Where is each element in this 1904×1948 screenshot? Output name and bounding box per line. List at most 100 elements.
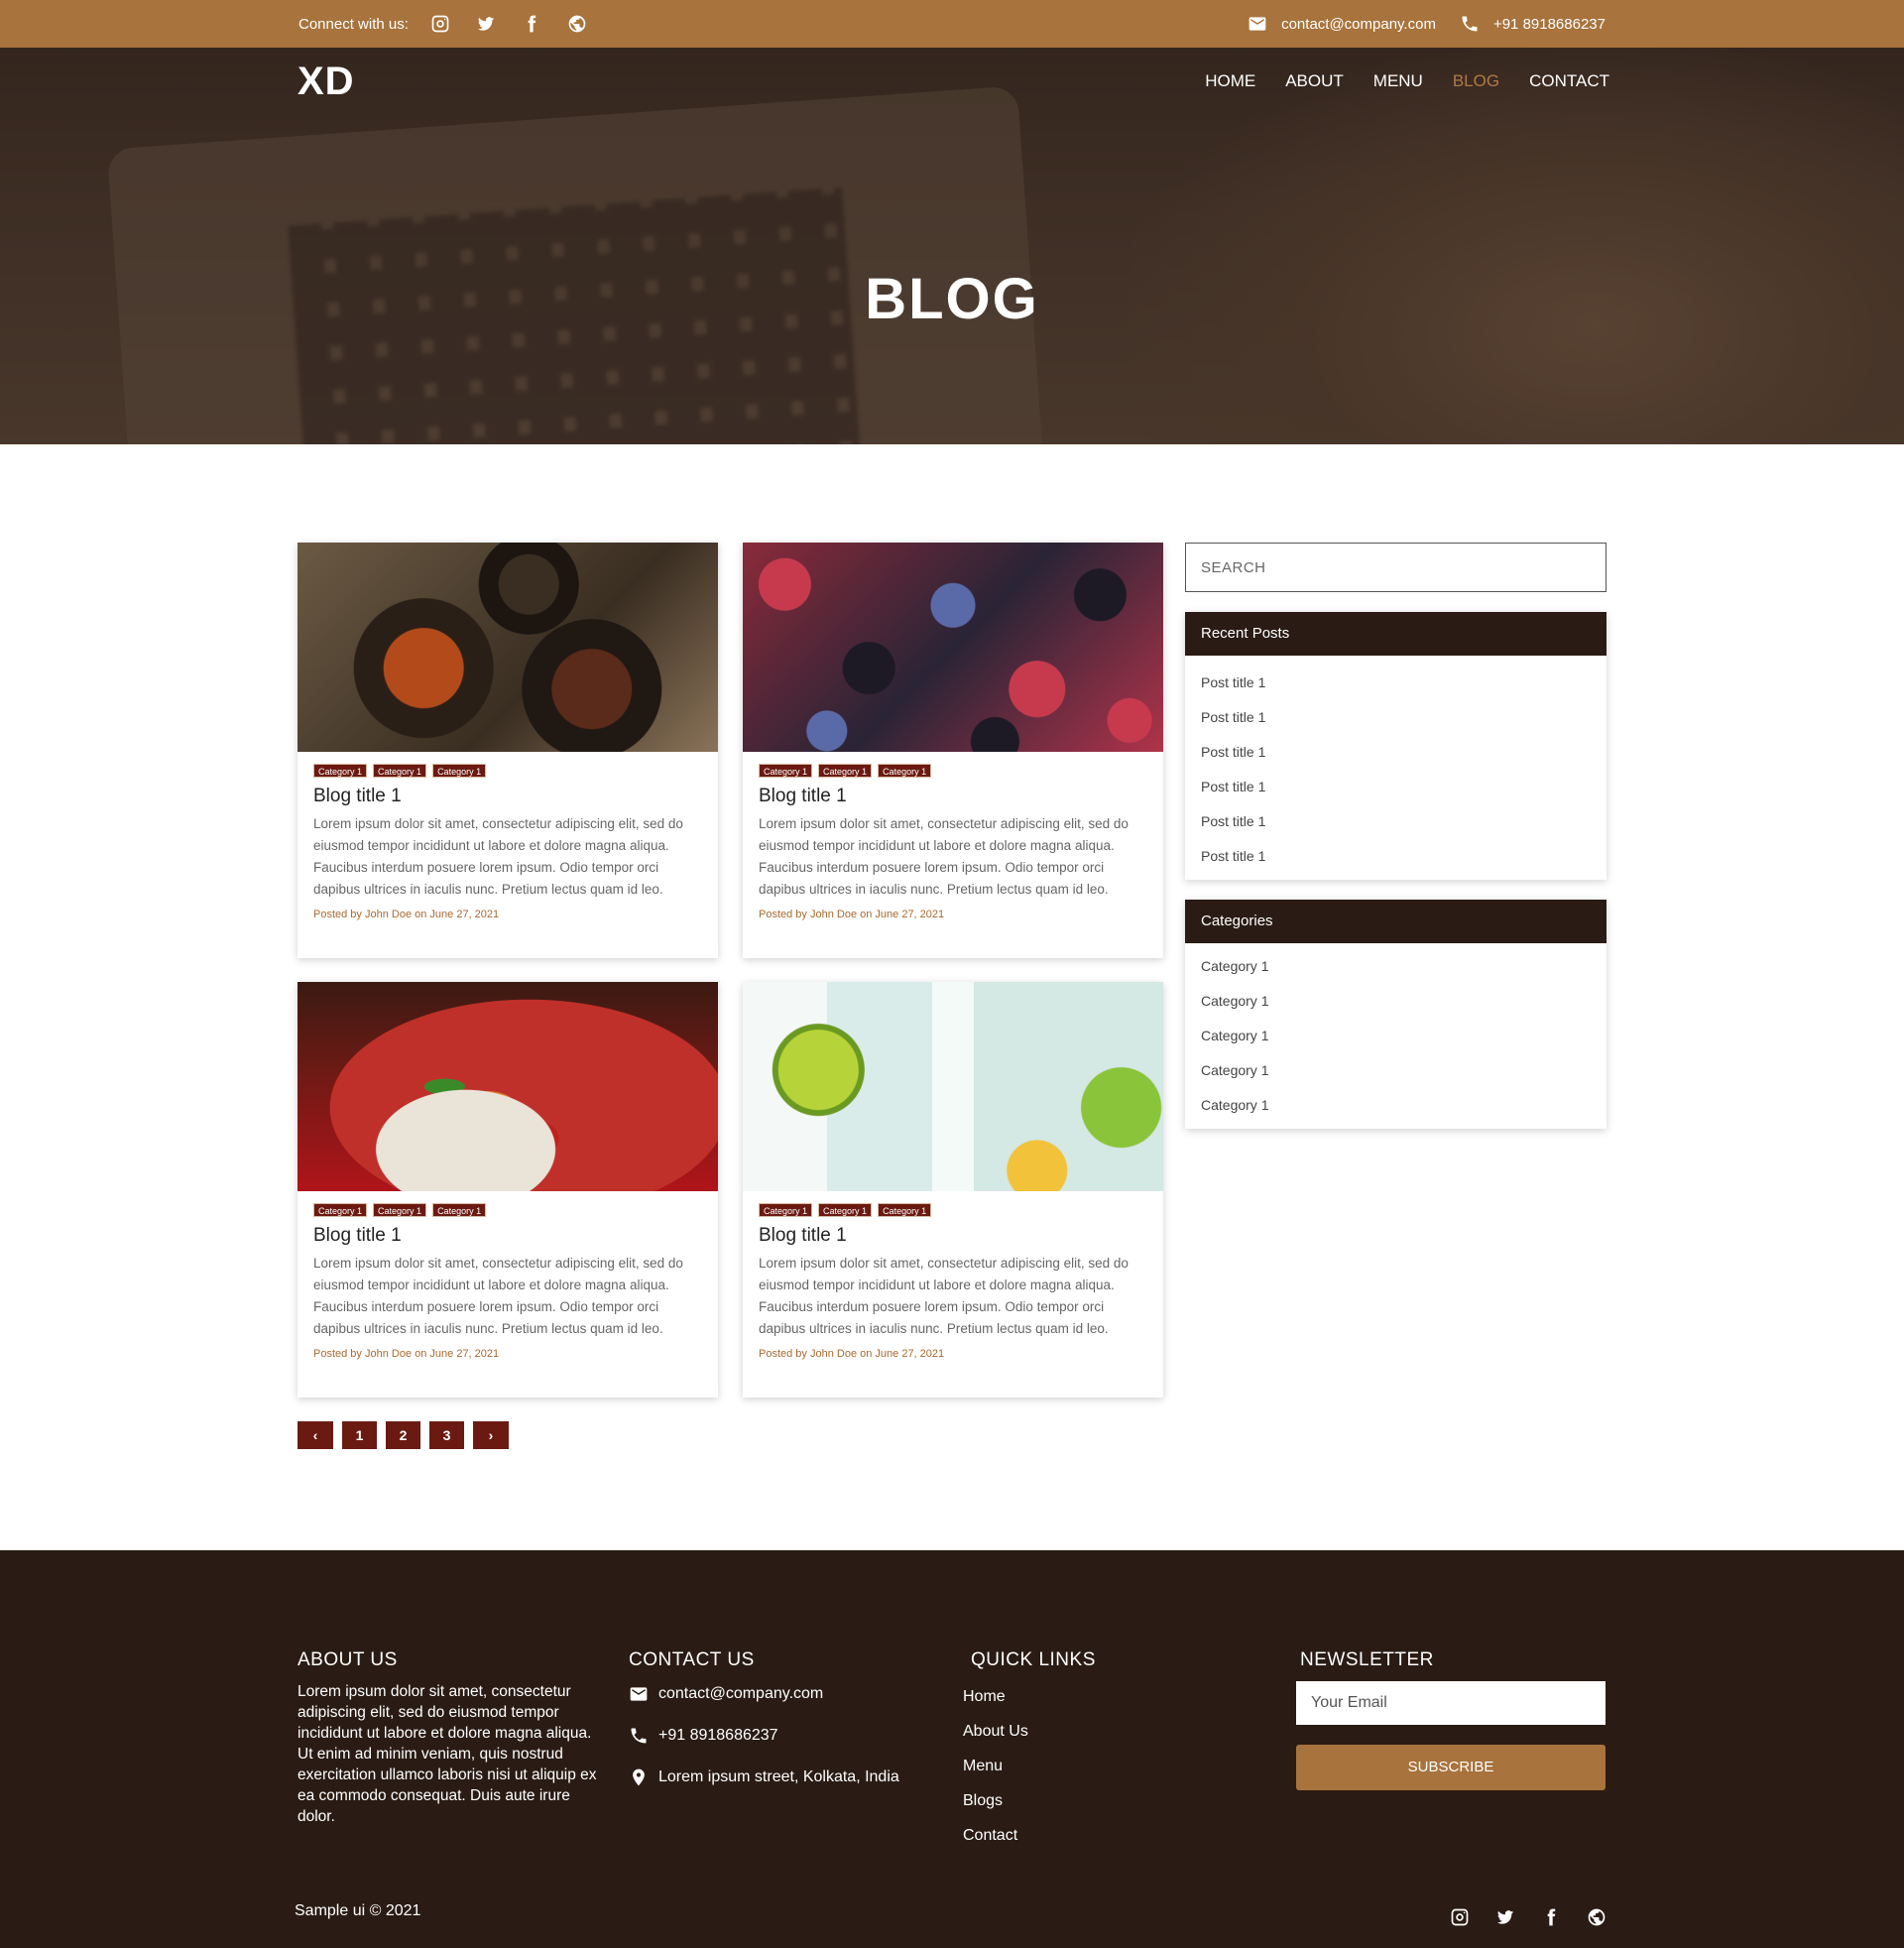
footer-contact: CONTACT US contact@company.com +91 89186… [629, 1649, 899, 1798]
connect-group: Connect with us: [298, 0, 587, 48]
category-link[interactable]: Category 1 [1201, 949, 1591, 984]
facebook-icon[interactable] [1541, 1907, 1561, 1927]
blog-card[interactable]: Category 1 Category 1 Category 1 Blog ti… [298, 543, 718, 958]
phone-icon [1460, 14, 1480, 34]
footer-quick-links: QUICK LINKS Home About Us Menu Blogs Con… [963, 1649, 1096, 1853]
category-tag[interactable]: Category 1 [759, 764, 813, 778]
category-tag[interactable]: Category 1 [432, 764, 487, 778]
footer-phone[interactable]: +91 8918686237 [629, 1715, 899, 1757]
footer-link-about[interactable]: About Us [963, 1714, 1096, 1749]
tag-list: Category 1 Category 1 Category 1 [759, 764, 1147, 778]
globe-icon[interactable] [567, 14, 587, 34]
footer-social-links [1450, 1907, 1606, 1927]
top-email[interactable]: contact@company.com [1248, 14, 1436, 34]
page-button-1[interactable]: 1 [342, 1421, 377, 1449]
category-tag[interactable]: Category 1 [373, 1203, 427, 1217]
mail-icon [1248, 14, 1267, 34]
instagram-icon[interactable] [1450, 1907, 1470, 1927]
footer-about-text: Lorem ipsum dolor sit amet, consectetur … [298, 1683, 597, 1825]
connect-label: Connect with us: [298, 15, 409, 33]
footer-about: ABOUT US Lorem ipsum dolor sit amet, con… [298, 1649, 605, 1827]
nav-menu: HOME ABOUT MENU BLOG CONTACT [1205, 71, 1609, 91]
category-tag[interactable]: Category 1 [818, 1203, 873, 1217]
prev-page-button[interactable]: ‹ [298, 1421, 333, 1449]
category-tag[interactable]: Category 1 [373, 764, 427, 778]
post-excerpt: Lorem ipsum dolor sit amet, consectetur … [313, 816, 683, 897]
footer-phone-text: +91 8918686237 [658, 1727, 778, 1744]
newsletter-heading: NEWSLETTER [1300, 1649, 1434, 1670]
blog-card[interactable]: Category 1 Category 1 Category 1 Blog ti… [743, 543, 1163, 958]
noodles-image[interactable] [298, 982, 718, 1191]
nav-home[interactable]: HOME [1205, 71, 1255, 91]
instagram-icon[interactable] [430, 14, 450, 34]
category-tag[interactable]: Category 1 [313, 764, 368, 778]
next-page-button[interactable]: › [473, 1421, 509, 1449]
recent-post-link[interactable]: Post title 1 [1201, 666, 1591, 700]
category-link[interactable]: Category 1 [1201, 1088, 1591, 1123]
top-bar: Connect with us: contact@company.com +91… [0, 0, 1904, 48]
twitter-icon[interactable] [476, 14, 496, 34]
category-tag[interactable]: Category 1 [878, 1203, 932, 1217]
nav-about[interactable]: ABOUT [1285, 71, 1344, 91]
categories-panel: Categories Category 1 Category 1 Categor… [1185, 900, 1606, 1129]
category-tag[interactable]: Category 1 [759, 1203, 813, 1217]
category-tag[interactable]: Category 1 [432, 1203, 487, 1217]
category-link[interactable]: Category 1 [1201, 984, 1591, 1019]
location-pin-icon [629, 1767, 649, 1787]
page-title: BLOG [865, 267, 1039, 331]
newsletter-email-input[interactable]: Your Email [1296, 1681, 1606, 1725]
globe-icon[interactable] [1587, 1907, 1606, 1927]
post-meta: Posted by John Doe on June 27, 2021 [313, 1348, 500, 1360]
post-title[interactable]: Blog title 1 [759, 1225, 1147, 1247]
twitter-icon[interactable] [1495, 1907, 1515, 1927]
footer-email[interactable]: contact@company.com [629, 1673, 899, 1715]
recent-post-link[interactable]: Post title 1 [1201, 770, 1591, 804]
category-tag[interactable]: Category 1 [818, 764, 873, 778]
footer-contact-heading: CONTACT US [629, 1649, 755, 1670]
top-phone-text: +91 8918686237 [1492, 15, 1606, 33]
category-link[interactable]: Category 1 [1201, 1053, 1591, 1088]
page-button-2[interactable]: 2 [386, 1421, 420, 1449]
footer-address: Lorem ipsum street, Kolkata, India [629, 1757, 899, 1798]
category-tag[interactable]: Category 1 [313, 1203, 368, 1217]
nav-contact[interactable]: CONTACT [1529, 71, 1609, 91]
footer-link-menu[interactable]: Menu [963, 1749, 1096, 1783]
facebook-icon[interactable] [522, 14, 541, 34]
site-footer: ABOUT US Lorem ipsum dolor sit amet, con… [0, 1550, 1904, 1948]
search-input[interactable] [1185, 543, 1606, 592]
footer-link-home[interactable]: Home [963, 1679, 1096, 1714]
phone-icon [629, 1726, 649, 1746]
subscribe-button[interactable]: SUBSCRIBE [1296, 1745, 1606, 1790]
footer-links-heading: QUICK LINKS [971, 1649, 1096, 1670]
footer-newsletter: NEWSLETTER Your Email SUBSCRIBE [1296, 1649, 1606, 1790]
post-title[interactable]: Blog title 1 [313, 1225, 702, 1247]
tag-list: Category 1 Category 1 Category 1 [313, 764, 702, 778]
post-title[interactable]: Blog title 1 [313, 786, 702, 807]
recent-post-link[interactable]: Post title 1 [1201, 839, 1591, 874]
page-button-3[interactable]: 3 [429, 1421, 464, 1449]
footer-email-text: contact@company.com [658, 1685, 824, 1702]
blog-card[interactable]: Category 1 Category 1 Category 1 Blog ti… [743, 982, 1163, 1398]
footer-link-contact[interactable]: Contact [963, 1818, 1096, 1853]
footer-about-heading: ABOUT US [298, 1649, 398, 1670]
recent-post-link[interactable]: Post title 1 [1201, 735, 1591, 770]
footer-link-blogs[interactable]: Blogs [963, 1783, 1096, 1818]
recent-posts-panel: Recent Posts Post title 1 Post title 1 P… [1185, 612, 1606, 880]
category-link[interactable]: Category 1 [1201, 1019, 1591, 1053]
blog-card[interactable]: Category 1 Category 1 Category 1 Blog ti… [298, 982, 718, 1398]
nav-menu-link[interactable]: MENU [1373, 71, 1423, 91]
copyright: Sample ui © 2021 [295, 1902, 421, 1919]
spices-image[interactable] [298, 543, 718, 752]
nav-blog[interactable]: BLOG [1453, 71, 1499, 91]
berries-image[interactable] [743, 543, 1163, 752]
post-excerpt: Lorem ipsum dolor sit amet, consectetur … [759, 816, 1129, 897]
top-phone[interactable]: +91 8918686237 [1460, 14, 1606, 34]
site-logo[interactable]: XD [298, 60, 355, 104]
mojito-image[interactable] [743, 982, 1163, 1191]
category-tag[interactable]: Category 1 [878, 764, 932, 778]
post-title[interactable]: Blog title 1 [759, 786, 1147, 807]
recent-post-link[interactable]: Post title 1 [1201, 700, 1591, 735]
recent-post-link[interactable]: Post title 1 [1201, 804, 1591, 839]
categories-heading: Categories [1185, 900, 1606, 943]
post-excerpt: Lorem ipsum dolor sit amet, consectetur … [313, 1256, 683, 1336]
